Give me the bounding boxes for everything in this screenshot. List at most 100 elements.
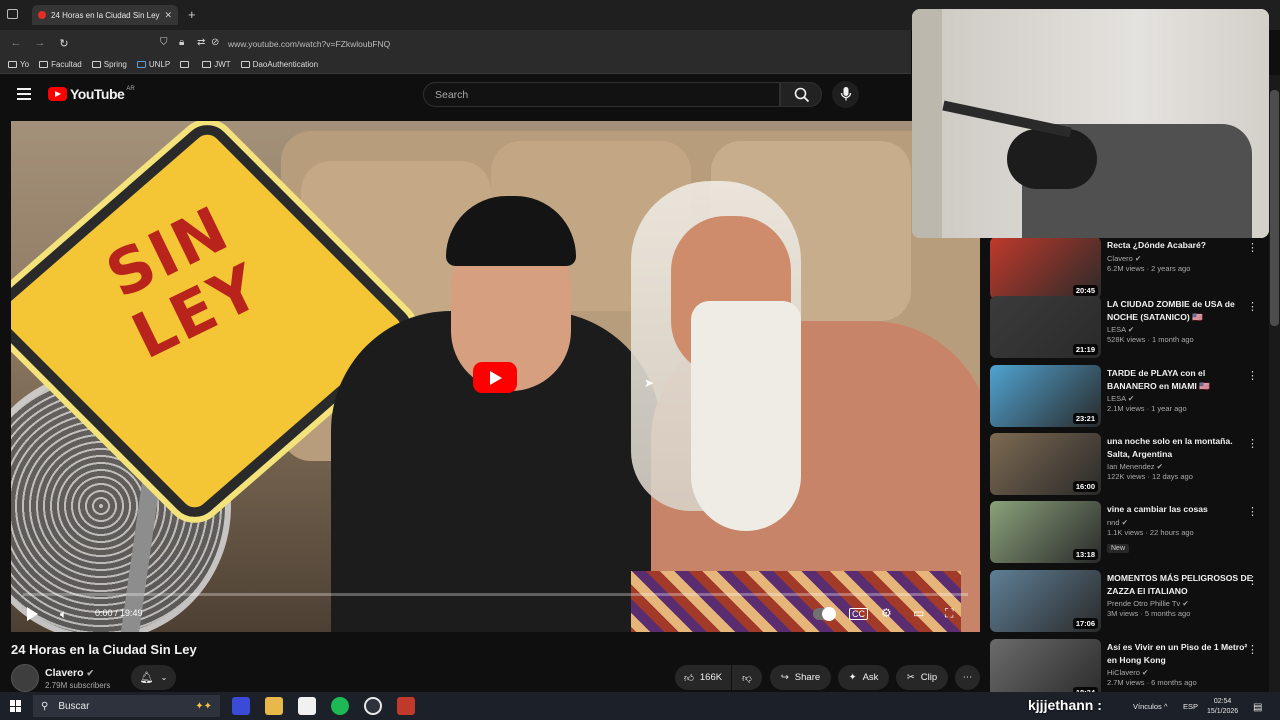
url-bar[interactable]: www.youtube.com/watch?v=FZkwloubFNQ [228,39,390,49]
more-options-icon[interactable]: ⋮ [1247,241,1258,254]
dislike-button[interactable]: 👎︎ [732,665,762,690]
voice-search-button[interactable] [832,81,859,108]
settings-icon[interactable]: ⚙ [881,606,892,620]
recommendation-item[interactable]: 20:45 Recta ¿Dónde Acabaré? Clavero ✔ 6.2M … [990,237,1268,301]
video-title[interactable]: Así es Vivir en un Piso de 1 Metro² en H… [1107,641,1255,666]
permissions-icon[interactable]: ⇄ [197,37,205,48]
more-options-icon[interactable]: ⋮ [1247,300,1258,313]
video-thumbnail[interactable]: 20:45 [990,237,1101,299]
bookmark-facultad[interactable]: Facultad [39,60,82,69]
bookmark-jwt[interactable]: JWT [202,60,231,69]
notifications-icon[interactable]: ▤ [1253,702,1262,713]
video-title[interactable]: TARDE de PLAYA con el BANANERO en MIAMI … [1107,367,1255,392]
language-indicator[interactable]: ESP [1183,702,1198,711]
new-tab-button[interactable]: + [188,7,196,22]
youtube-logo[interactable]: YouTube AR [48,86,135,102]
bookmark-spring[interactable]: Spring [91,60,127,69]
share-button[interactable]: ↪ Share [770,665,831,690]
video-title[interactable]: Recta ¿Dónde Acabaré? [1107,239,1255,252]
bookmark-yo[interactable]: Yo [8,60,29,69]
app-icon[interactable] [397,697,415,715]
progress-bar[interactable] [23,593,968,596]
video-thumbnail[interactable]: 16:00 [990,433,1101,495]
video-title[interactable]: LA CIUDAD ZOMBIE de USA de NOCHE (SATANI… [1107,298,1255,323]
channel-name[interactable]: Clavero ✔ [45,667,94,679]
channel-avatar[interactable] [11,664,39,692]
chevron-up-icon[interactable]: ^ [1164,702,1168,711]
taskbar-search[interactable]: ⚲ Buscar ✦✦ [33,695,220,717]
channel-name[interactable]: nnd ✔ [1107,518,1255,527]
browser-tab[interactable]: 24 Horas en la Ciudad Sin Ley ✕ [32,5,178,25]
logo-text: YouTube [70,86,125,102]
fullscreen-icon[interactable]: ⛶ [945,606,953,621]
bookmark-unlp[interactable]: UNLP [136,60,170,69]
recommendation-item[interactable]: 21:19 LA CIUDAD ZOMBIE de USA de NOCHE (S… [990,296,1268,360]
channel-name[interactable]: LESA ✔ [1107,394,1255,403]
video-thumbnail[interactable]: 18:34 [990,639,1101,692]
captions-icon[interactable]: CC [849,608,868,620]
ask-button[interactable]: ✦ Ask [838,665,889,690]
reload-icon[interactable]: ↻ [52,37,76,50]
channel-name[interactable]: Ian Menendez ✔ [1107,462,1255,471]
obs-icon[interactable] [364,697,382,715]
forward-arrow-icon[interactable]: → [28,37,52,49]
recommendation-item[interactable]: 13:18 vine a cambiar las cosas nnd ✔ 1.1K v… [990,501,1268,565]
video-duration: 13:18 [1072,549,1098,560]
search-button[interactable] [780,82,822,107]
bookmark-label: Yo [20,60,30,69]
video-title[interactable]: MOMENTOS MÁS PELIGROSOS DE ZAZZA El ITAL… [1107,572,1255,597]
clock[interactable]: 02:54 15/1/2026 [1207,697,1238,717]
bookmark-daoauthentication[interactable]: DaoAuthentication [240,60,318,69]
clip-button[interactable]: ✂ Clip [896,665,948,690]
video-duration: 20:45 [1072,285,1098,296]
more-options-icon[interactable]: ⋮ [1247,574,1258,587]
video-thumbnail[interactable]: 13:18 [990,501,1101,563]
tab-close-icon[interactable]: ✕ [164,10,172,21]
play-icon[interactable] [27,607,38,621]
video-player[interactable]: SIN LEY ➤ 🔈︎ 0:00 / 19:49 CC ⚙ ▭ ⛶ [11,121,980,632]
webcam-overlay [912,9,1269,238]
shield-icon[interactable]: ⛉ [160,37,168,48]
volume-icon[interactable]: 🔈︎ [60,607,67,622]
more-actions-button[interactable]: ⋯ [955,665,980,690]
recommendation-item[interactable]: 23:21 TARDE de PLAYA con el BANANERO en M… [990,365,1268,429]
windows-start-icon[interactable] [10,700,22,712]
tab-title: 24 Horas en la Ciudad Sin Ley [51,10,160,20]
notification-bell-button[interactable]: 🔔︎ ⌄ [131,665,176,690]
autoplay-toggle[interactable] [813,607,836,621]
video-duration: 17:06 [1072,618,1098,629]
scrollbar-thumb[interactable] [1270,90,1279,326]
links-label[interactable]: Vínculos [1133,702,1162,711]
recommendation-item[interactable]: 16:00 una noche solo en la montaña. Salta… [990,433,1268,497]
recommendation-item[interactable]: 18:34Así es Vivir en un Piso de 1 Metro²… [990,639,1268,692]
channel-name[interactable]: LESA ✔ [1107,325,1255,334]
search-input[interactable]: Search [423,82,780,107]
video-thumbnail[interactable]: 21:19 [990,296,1101,358]
more-options-icon[interactable]: ⋮ [1247,437,1258,450]
more-options-icon[interactable]: ⋮ [1247,505,1258,518]
menu-icon[interactable] [17,88,31,100]
big-play-button[interactable] [473,362,517,393]
bookmark-folder[interactable] [180,61,192,68]
channel-name[interactable]: Clavero ✔ [1107,254,1255,263]
video-thumbnail[interactable]: 23:21 [990,365,1101,427]
file-explorer-icon[interactable] [265,697,283,715]
video-title[interactable]: una noche solo en la montaña. Salta, Arg… [1107,435,1255,460]
channel-name[interactable]: HiClavero ✔ [1107,668,1255,677]
channel-name-text: LESA [1107,325,1126,334]
spotify-icon[interactable] [331,697,349,715]
lock-icon[interactable]: 🔒︎ [179,37,184,48]
channel-name[interactable]: Prende Otro Phillie Tv ✔ [1107,599,1255,608]
video-title[interactable]: vine a cambiar las cosas [1107,503,1255,516]
miniplayer-icon[interactable]: ▭ [913,606,924,620]
video-thumbnail[interactable]: 17:06 [990,570,1101,632]
tracking-off-icon[interactable]: ⊘ [211,37,219,48]
recommendation-item[interactable]: 17:06 MOMENTOS MÁS PELIGROSOS DE ZAZZA El… [990,570,1268,634]
more-options-icon[interactable]: ⋮ [1247,643,1258,656]
more-options-icon[interactable]: ⋮ [1247,369,1258,382]
notepad-icon[interactable] [298,697,316,715]
back-arrow-icon[interactable]: ← [4,37,28,49]
app-icon[interactable] [232,697,250,715]
tab-menu-icon[interactable] [7,9,18,19]
like-button[interactable]: 👍︎ 166K [675,665,731,690]
